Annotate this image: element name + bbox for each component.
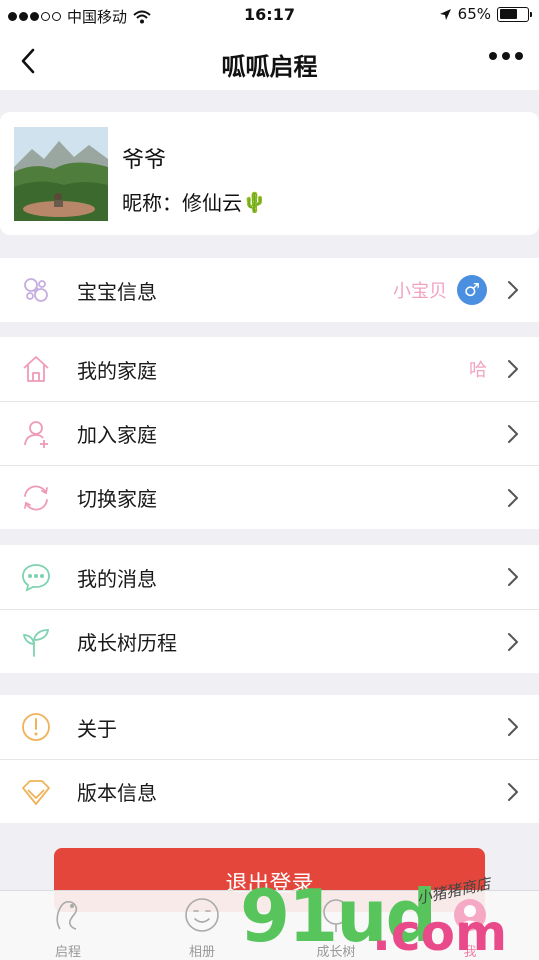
sprout-icon [22, 629, 50, 657]
tab-growth-tree[interactable]: 成长树 [296, 895, 376, 960]
gender-male-badge: ♂ [457, 275, 487, 305]
join-family-row[interactable]: 加入家庭 [0, 401, 539, 465]
face-icon [185, 898, 219, 932]
tab-me-label: 我 [463, 945, 477, 960]
my-family-value: 哈 [469, 360, 487, 381]
pacifier-icon [24, 278, 48, 302]
chevron-right-icon [508, 360, 518, 378]
switch-family-label: 切换家庭 [77, 487, 157, 511]
my-messages-row[interactable]: 我的消息 [0, 545, 539, 609]
tab-bar: 启程 相册 成长树 我 [0, 890, 539, 960]
page-title: 呱呱启程 [221, 53, 318, 81]
nav-bar: 呱呱启程 [0, 32, 539, 90]
baby-info-row[interactable]: 宝宝信息 小宝贝 ♂ [0, 258, 539, 322]
add-user-icon [24, 421, 48, 448]
messages-group: 我的消息 成长树历程 [0, 545, 539, 673]
tab-album-label: 相册 [188, 945, 215, 960]
join-family-label: 加入家庭 [77, 423, 157, 447]
chevron-right-icon [508, 281, 518, 299]
chevron-right-icon [508, 568, 518, 586]
status-bar: 中国移动 16:17 65% [0, 0, 539, 32]
chevron-right-icon [508, 718, 518, 736]
chevron-right-icon [508, 633, 518, 651]
profile-name: 爷爷 [122, 148, 167, 173]
baby-info-label: 宝宝信息 [77, 279, 157, 304]
seal-icon [56, 901, 78, 930]
home-icon [23, 356, 49, 382]
diamond-icon [22, 780, 50, 805]
family-group: 我的家庭 哈 加入家庭 切换家庭 [0, 337, 539, 529]
my-messages-label: 我的消息 [77, 566, 157, 591]
status-right: 65% [439, 5, 532, 23]
profile-icon [454, 899, 486, 931]
profile-nickname: 昵称： 修仙云 🌵 [122, 187, 267, 216]
tab-me[interactable]: 我 [430, 895, 510, 960]
cactus-emoji: 🌵 [242, 189, 267, 214]
my-family-label: 我的家庭 [77, 358, 157, 383]
nickname-label: 昵称： [122, 191, 182, 215]
tree-icon [323, 899, 349, 932]
nickname-value: 修仙云 [182, 191, 242, 215]
baby-info-group: 宝宝信息 小宝贝 ♂ [0, 258, 539, 322]
battery-icon [497, 6, 532, 22]
chevron-right-icon [508, 783, 518, 801]
battery-percent: 65% [457, 5, 491, 23]
growth-tree-label: 成长树历程 [77, 631, 177, 655]
avatar[interactable] [14, 127, 108, 221]
more-options-button[interactable] [489, 52, 523, 60]
tab-start[interactable]: 启程 [28, 895, 108, 960]
tab-start-label: 启程 [54, 945, 81, 960]
location-arrow-icon [439, 8, 451, 20]
avatar-photo [14, 127, 108, 221]
version-info-label: 版本信息 [77, 781, 157, 805]
refresh-icon [24, 485, 48, 511]
chevron-right-icon [508, 489, 518, 507]
version-info-row[interactable]: 版本信息 [0, 759, 539, 823]
profile-card[interactable]: 爷爷 昵称： 修仙云 🌵 [0, 112, 539, 235]
about-group: 关于 版本信息 [0, 695, 539, 823]
chat-bubble-icon [22, 564, 50, 592]
my-family-row[interactable]: 我的家庭 哈 [0, 337, 539, 401]
baby-name: 小宝贝 [393, 281, 447, 302]
chevron-right-icon [508, 425, 518, 443]
battery-fill [499, 9, 518, 19]
tab-growth-tree-label: 成长树 [316, 945, 356, 960]
about-label: 关于 [77, 716, 117, 741]
switch-family-row[interactable]: 切换家庭 [0, 465, 539, 529]
info-alert-icon [22, 713, 50, 741]
about-row[interactable]: 关于 [0, 695, 539, 759]
tab-album[interactable]: 相册 [162, 895, 242, 960]
growth-tree-row[interactable]: 成长树历程 [0, 609, 539, 673]
